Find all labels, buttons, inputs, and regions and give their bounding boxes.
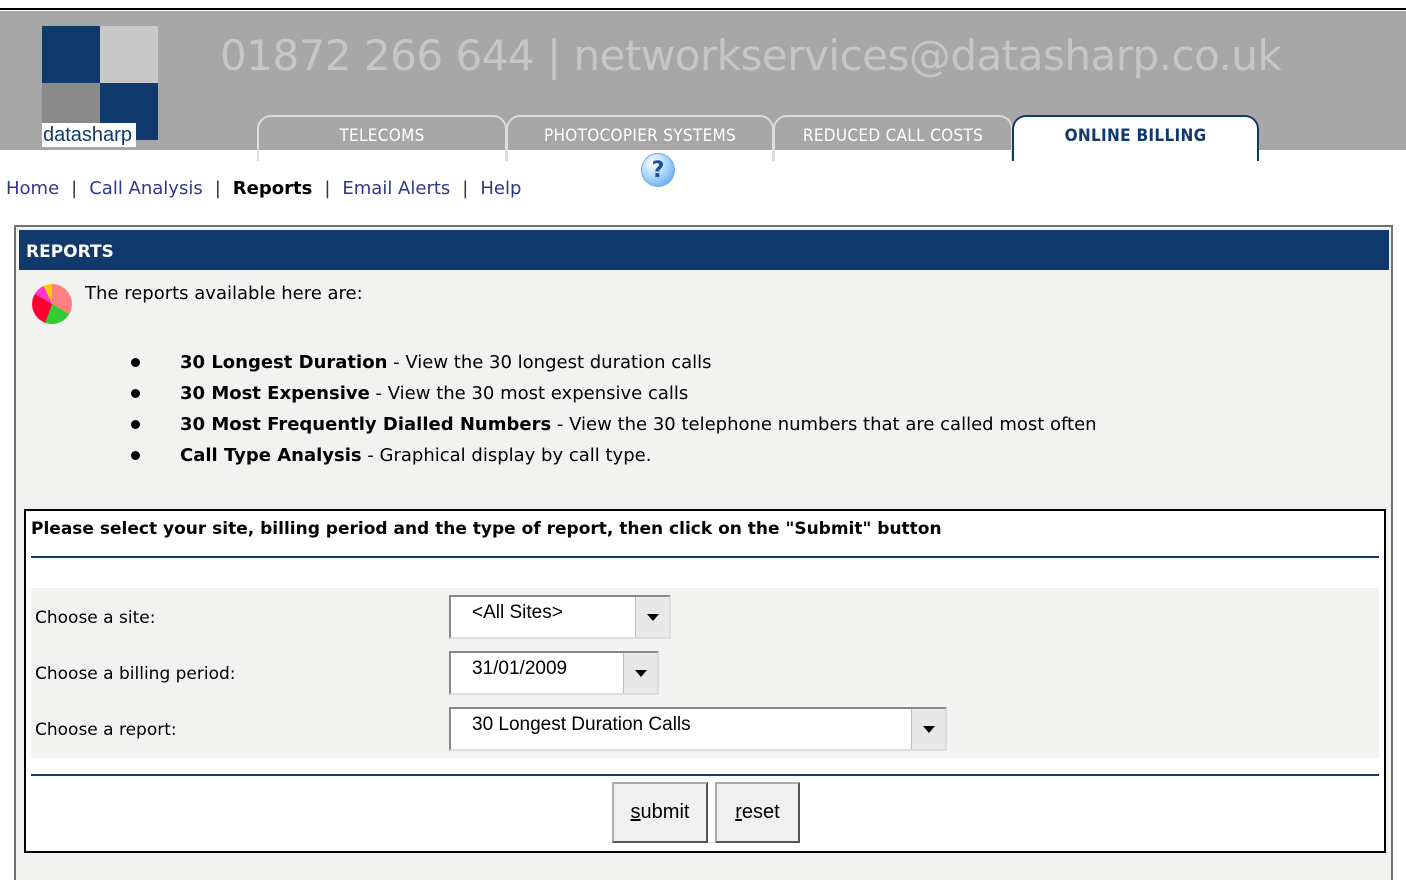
tab-photocopier-systems[interactable]: PHOTOCOPIER SYSTEMS	[506, 115, 774, 161]
divider	[31, 556, 1379, 558]
nav-separator: |	[462, 178, 469, 199]
logo-square-navy	[42, 26, 100, 83]
billing-period-label: Choose a billing period:	[35, 664, 236, 684]
tab-online-billing[interactable]: ONLINE BILLING	[1012, 115, 1259, 161]
nav-separator: |	[214, 178, 221, 199]
report-desc: - View the 30 most expensive calls	[369, 383, 689, 404]
report-list: 30 Longest Duration - View the 30 longes…	[120, 347, 1097, 471]
list-item: 30 Longest Duration - View the 30 longes…	[120, 347, 1097, 378]
breadcrumb-nav: Home | Call Analysis | Reports | Email Alerts |…	[6, 178, 521, 199]
nav-email-alerts[interactable]: Email Alerts	[342, 178, 450, 199]
site-label: Choose a site:	[35, 608, 156, 628]
logo-square-light	[100, 26, 158, 83]
report-name: Call Type Analysis	[180, 445, 362, 466]
report-select-value: 30 Longest Duration Calls	[472, 714, 691, 735]
pie-chart-icon	[32, 284, 72, 324]
site-select-value: <All Sites>	[472, 602, 563, 623]
reset-accesskey: r	[735, 801, 742, 823]
divider	[31, 774, 1379, 776]
tab-reduced-call-costs[interactable]: REDUCED CALL COSTS	[773, 115, 1013, 161]
billing-period-select[interactable]: 31/01/2009	[449, 651, 659, 695]
submit-accesskey: s	[630, 801, 641, 823]
report-name: 30 Longest Duration	[180, 352, 388, 373]
form-instructions: Please select your site, billing period …	[31, 519, 942, 539]
chevron-down-icon[interactable]	[635, 597, 669, 637]
contact-info: 01872 266 644 | networkservices@datashar…	[220, 31, 1282, 80]
nav-call-analysis[interactable]: Call Analysis	[89, 178, 202, 199]
report-desc: - Graphical display by call type.	[361, 445, 652, 466]
site-header: datasharp 01872 266 644 | networkservice…	[0, 11, 1406, 161]
list-item: Call Type Analysis - Graphical display b…	[120, 440, 1097, 471]
question-mark-icon[interactable]: ?	[641, 153, 675, 187]
report-desc: - View the 30 telephone numbers that are…	[551, 414, 1097, 435]
report-name: 30 Most Frequently Dialled Numbers	[180, 414, 552, 435]
panel-title: REPORTS	[19, 230, 1389, 270]
tab-telecoms[interactable]: TELECOMS	[257, 115, 507, 161]
report-desc: - View the 30 longest duration calls	[387, 352, 712, 373]
submit-button[interactable]: submit	[612, 782, 708, 843]
list-item: 30 Most Expensive - View the 30 most exp…	[120, 378, 1097, 409]
report-name: 30 Most Expensive	[180, 383, 370, 404]
reset-button[interactable]: reset	[715, 782, 800, 843]
reset-label: eset	[741, 801, 780, 823]
submit-label: ubmit	[640, 801, 690, 823]
chevron-down-icon[interactable]	[911, 709, 945, 749]
nav-reports-current: Reports	[232, 178, 313, 199]
nav-help[interactable]: Help	[480, 178, 521, 199]
main-tabs: TELECOMS PHOTOCOPIER SYSTEMS REDUCED CAL…	[0, 115, 1406, 161]
form-fields: Choose a site: <All Sites> Choose a bill…	[31, 588, 1379, 758]
report-label: Choose a report:	[35, 720, 177, 740]
site-select[interactable]: <All Sites>	[449, 595, 671, 639]
chevron-down-icon[interactable]	[623, 653, 657, 693]
top-rule	[0, 8, 1406, 10]
report-form: Please select your site, billing period …	[24, 509, 1386, 853]
nav-home[interactable]: Home	[6, 178, 59, 199]
intro-text: The reports available here are:	[85, 283, 363, 304]
nav-separator: |	[324, 178, 331, 199]
list-item: 30 Most Frequently Dialled Numbers - Vie…	[120, 409, 1097, 440]
nav-separator: |	[71, 178, 78, 199]
report-select[interactable]: 30 Longest Duration Calls	[449, 707, 947, 751]
billing-period-value: 31/01/2009	[472, 658, 568, 679]
reports-panel: REPORTS The reports available here are: …	[14, 225, 1393, 880]
